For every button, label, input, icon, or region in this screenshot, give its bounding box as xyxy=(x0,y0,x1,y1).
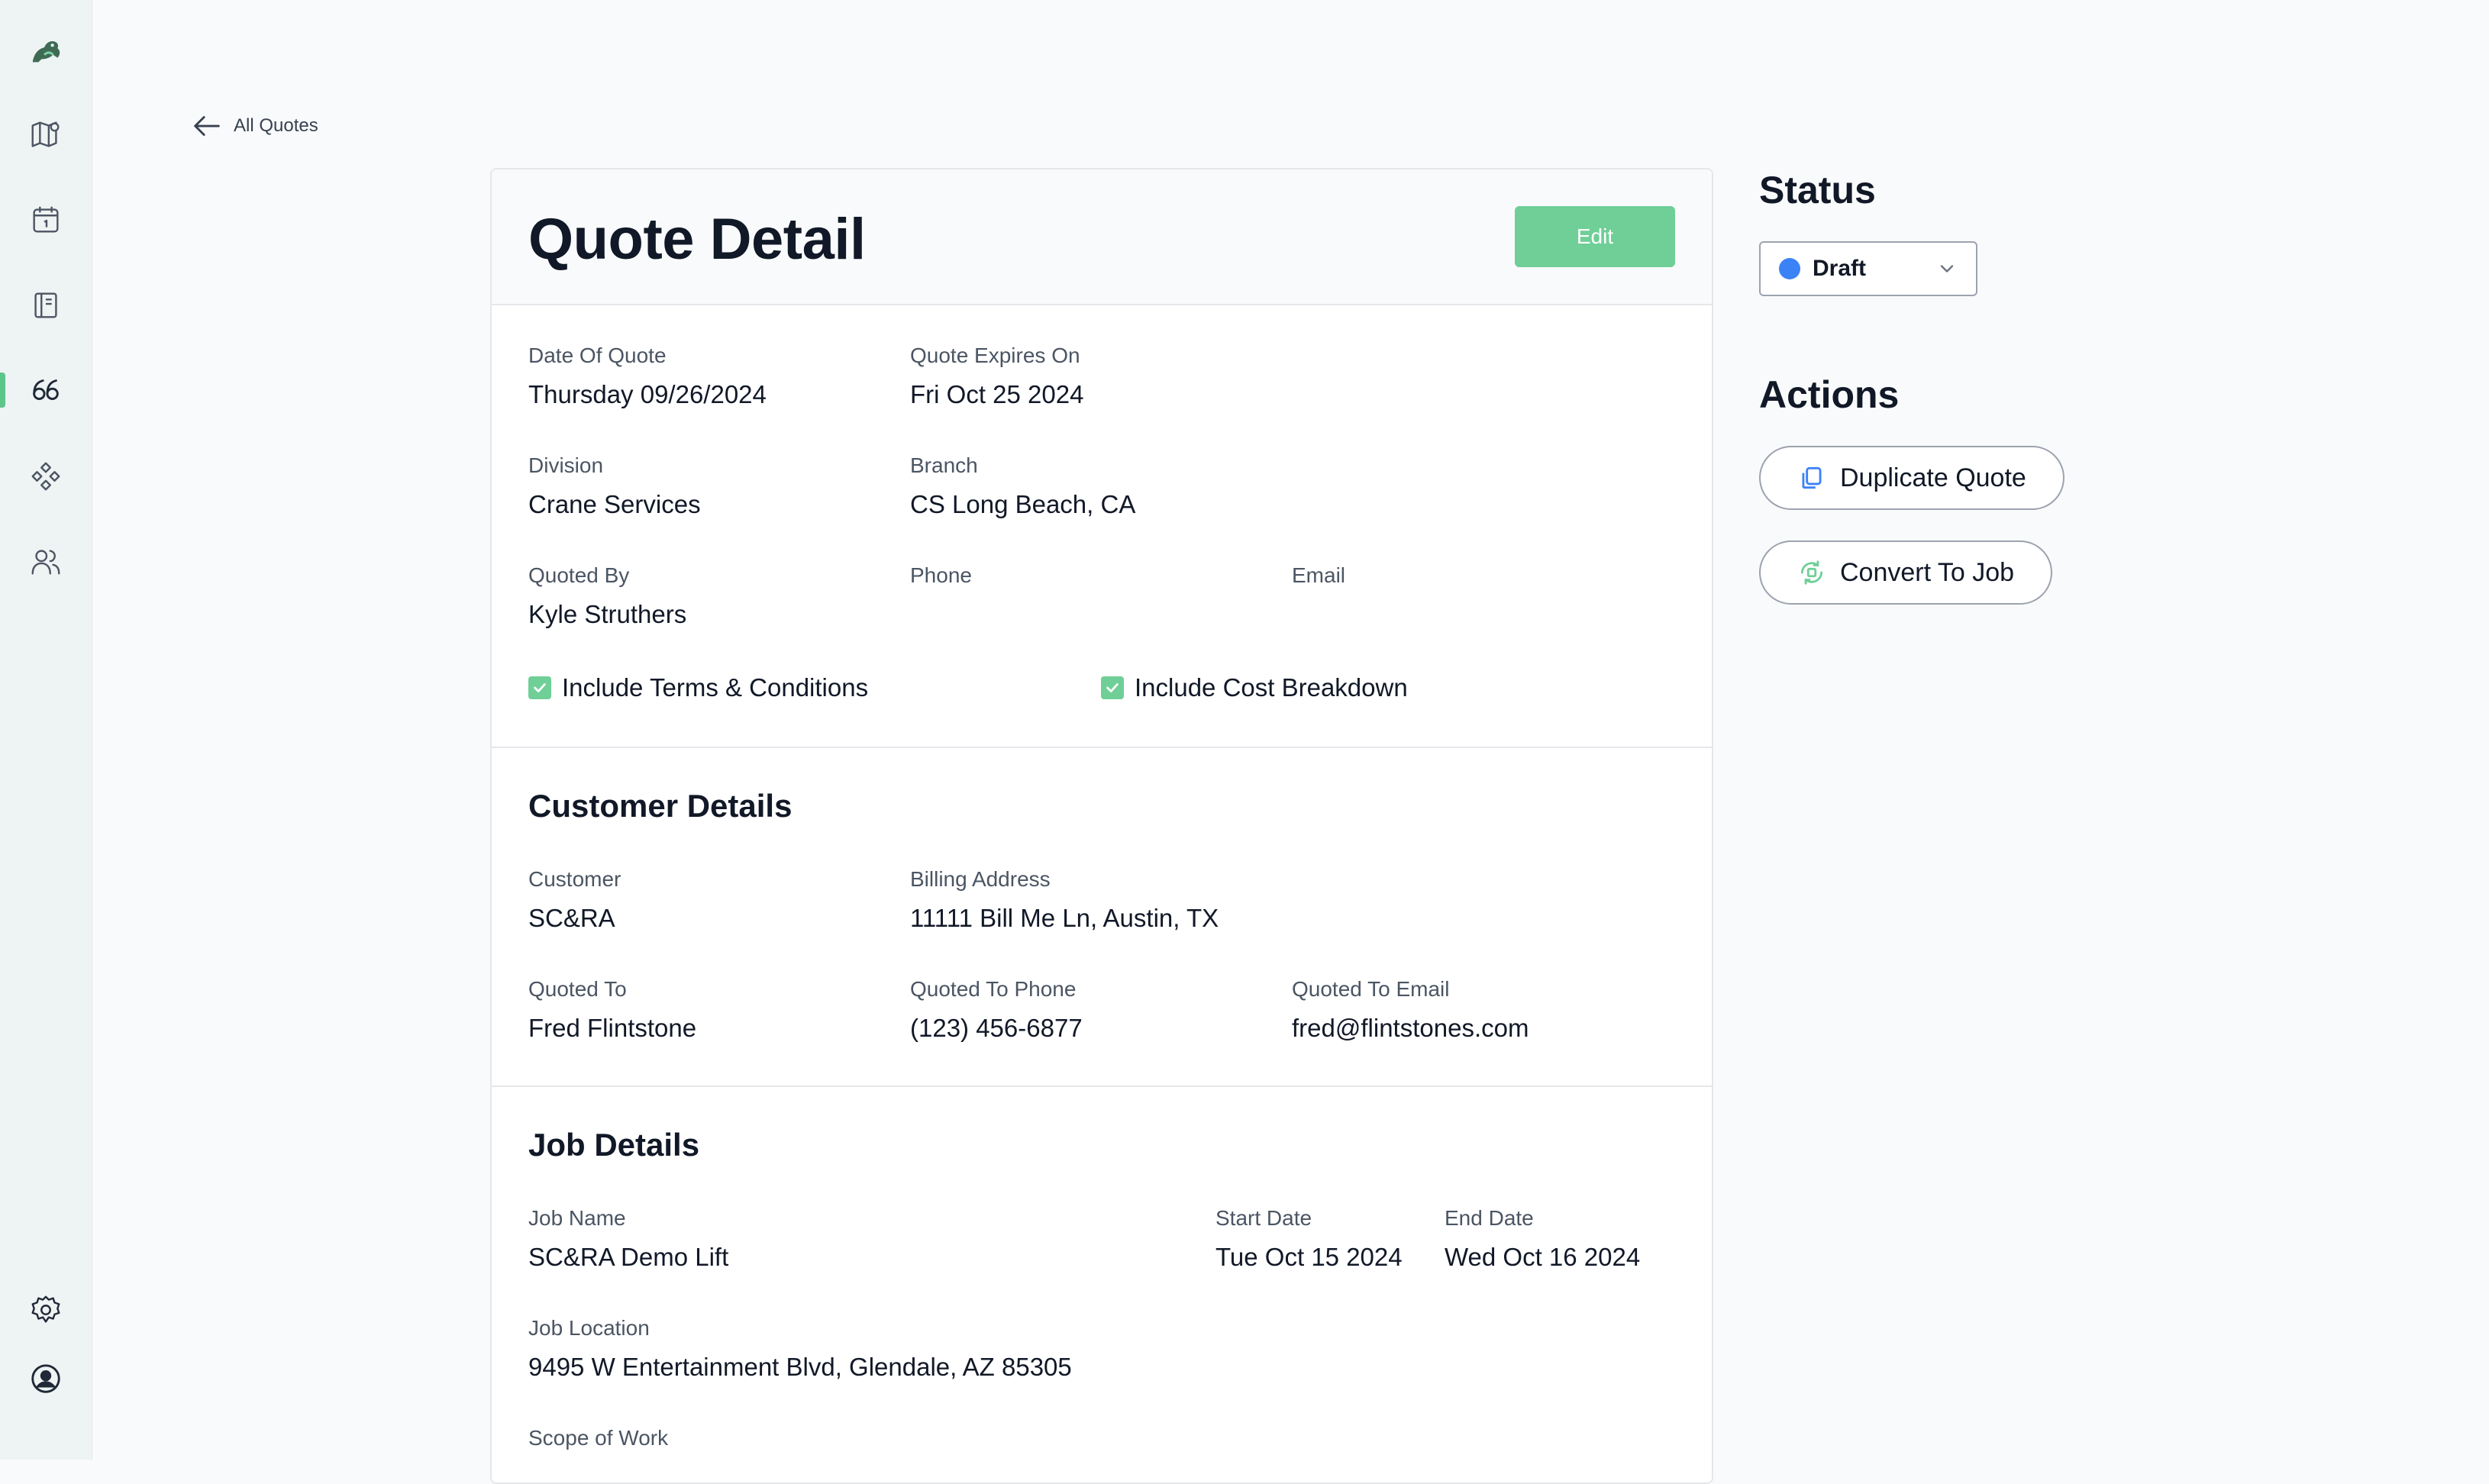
edit-button[interactable]: Edit xyxy=(1515,206,1675,267)
quoted-to-phone-label: Quoted To Phone xyxy=(910,977,1077,1001)
convert-icon xyxy=(1800,560,1823,585)
date-of-quote-label: Date Of Quote xyxy=(528,344,667,367)
start-date-label: Start Date xyxy=(1215,1206,1312,1230)
quoted-by-label: Quoted By xyxy=(528,563,630,587)
nav-calendar-icon[interactable] xyxy=(24,198,67,241)
nav-components-icon[interactable] xyxy=(24,455,67,498)
job-name-value: SC&RA Demo Lift xyxy=(528,1243,729,1271)
quoted-to-label: Quoted To xyxy=(528,977,627,1001)
quoted-to-email-label: Quoted To Email xyxy=(1292,977,1450,1001)
quote-expires-value: Fri Oct 25 2024 xyxy=(910,380,1084,408)
quote-info-section: Date Of Quote Thursday 09/26/2024 Quote … xyxy=(492,305,1712,748)
include-terms-label: Include Terms & Conditions xyxy=(562,673,869,702)
actions-title: Actions xyxy=(1759,373,1900,416)
status-selected-value: Draft xyxy=(1813,256,1867,281)
quote-detail-card: Quote Detail Edit Date Of Quote Thursday… xyxy=(490,168,1713,1484)
start-date-value: Tue Oct 15 2024 xyxy=(1215,1243,1403,1271)
email-label: Email xyxy=(1292,563,1346,587)
job-name-label: Job Name xyxy=(528,1206,626,1230)
convert-to-job-button[interactable]: Convert To Job xyxy=(1759,540,2053,605)
back-to-quotes-link[interactable]: All Quotes xyxy=(189,108,318,144)
checkbox-checked-icon xyxy=(1101,676,1124,699)
sidebar xyxy=(0,0,92,1460)
app-logo-icon[interactable] xyxy=(24,29,67,72)
customer-label: Customer xyxy=(528,867,621,891)
billing-address-value: 11111 Bill Me Ln, Austin, TX xyxy=(910,904,1219,932)
card-header: Quote Detail Edit xyxy=(492,169,1712,305)
quote-expires-label: Quote Expires On xyxy=(910,344,1080,367)
nav-settings-icon[interactable] xyxy=(24,1289,67,1331)
status-select[interactable]: Draft xyxy=(1759,241,1977,296)
duplicate-quote-label: Duplicate Quote xyxy=(1840,463,2026,492)
job-details-title: Job Details xyxy=(528,1127,700,1163)
include-cost-breakdown-checkbox[interactable]: Include Cost Breakdown xyxy=(1101,673,1408,702)
customer-details-section: Customer Details Customer SC&RA Billing … xyxy=(492,748,1712,1087)
nav-book-icon[interactable] xyxy=(24,284,67,327)
billing-address-label: Billing Address xyxy=(910,867,1051,891)
frog-logo-icon xyxy=(32,41,60,63)
job-location-value: 9495 W Entertainment Blvd, Glendale, AZ … xyxy=(528,1353,1072,1381)
page-title: Quote Detail xyxy=(528,207,866,272)
scope-of-work-label: Scope of Work xyxy=(528,1426,669,1450)
phone-label: Phone xyxy=(910,563,972,587)
date-of-quote-value: Thursday 09/26/2024 xyxy=(528,380,767,408)
checkbox-checked-icon xyxy=(528,676,551,699)
division-value: Crane Services xyxy=(528,490,701,518)
nav-users-icon[interactable] xyxy=(24,540,67,583)
include-cost-breakdown-label: Include Cost Breakdown xyxy=(1135,673,1408,702)
branch-value: CS Long Beach, CA xyxy=(910,490,1136,518)
quoted-by-value: Kyle Struthers xyxy=(528,600,687,628)
job-location-label: Job Location xyxy=(528,1316,650,1340)
branch-label: Branch xyxy=(910,453,978,477)
status-dot-icon xyxy=(1779,258,1800,279)
job-details-section: Job Details Job Name SC&RA Demo Lift Sta… xyxy=(492,1087,1712,1482)
status-title: Status xyxy=(1759,169,1876,211)
quoted-to-email-value: fred@flintstones.com xyxy=(1292,1014,1529,1042)
arrow-left-icon xyxy=(194,116,220,136)
chevron-down-icon xyxy=(1940,265,1954,273)
include-terms-checkbox[interactable]: Include Terms & Conditions xyxy=(528,673,868,702)
nav-map-icon[interactable] xyxy=(24,113,67,156)
active-nav-indicator xyxy=(0,373,5,408)
duplicate-quote-button[interactable]: Duplicate Quote xyxy=(1759,446,2064,510)
quoted-to-value: Fred Flintstone xyxy=(528,1014,697,1042)
nav-quotes-icon[interactable] xyxy=(24,369,67,412)
customer-value: SC&RA xyxy=(528,904,615,932)
end-date-value: Wed Oct 16 2024 xyxy=(1445,1243,1641,1271)
back-link-label: All Quotes xyxy=(234,115,318,136)
quoted-to-phone-value: (123) 456-6877 xyxy=(910,1014,1083,1042)
customer-details-title: Customer Details xyxy=(528,788,793,824)
copy-icon xyxy=(1802,466,1822,489)
convert-to-job-label: Convert To Job xyxy=(1840,557,2015,587)
end-date-label: End Date xyxy=(1445,1206,1534,1230)
division-label: Division xyxy=(528,453,604,477)
nav-profile-icon[interactable] xyxy=(24,1357,67,1400)
